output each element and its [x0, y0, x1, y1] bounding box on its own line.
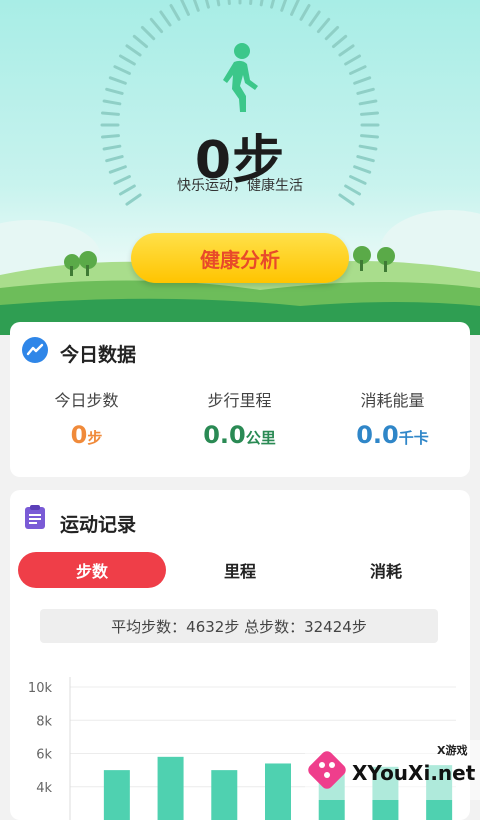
dial-tick — [118, 54, 136, 66]
stat-value: 0.0 — [203, 421, 246, 449]
y-tick-label: 4k — [36, 781, 52, 796]
y-tick-label: 8k — [36, 714, 52, 729]
chart-bar — [265, 763, 291, 820]
dial-tick — [338, 44, 355, 57]
dial-tick — [316, 17, 331, 34]
stat-today-steps: 今日步数 0步 — [10, 387, 163, 449]
dial-tick — [149, 17, 164, 34]
dial-tick — [344, 54, 362, 66]
tab-distance[interactable]: 里程 — [166, 552, 314, 588]
exercise-record-title: 运动记录 — [60, 514, 137, 536]
stat-energy-burned: 消耗能量 0.0千卡 — [316, 387, 469, 449]
dial-tick — [192, 0, 200, 12]
watermark-logo: X游戏 XYouXi.net — [305, 740, 480, 800]
dial-tick — [105, 87, 124, 95]
dial-tick — [349, 65, 367, 75]
dial-tick — [180, 0, 190, 16]
clipboard-icon — [25, 505, 45, 529]
stat-label: 步行里程 — [207, 391, 272, 410]
dial-tick — [259, 0, 264, 7]
dial-tick — [324, 25, 340, 41]
dial-tick — [159, 10, 172, 27]
stat-value: 0 — [70, 421, 88, 449]
summary-bar: 平均步数：4632步 总步数：32424步 — [40, 609, 438, 643]
dial-tick — [331, 34, 348, 49]
dial-tick — [140, 25, 156, 41]
tab-steps[interactable]: 步数 — [18, 552, 166, 588]
stat-label: 今日步数 — [54, 391, 119, 410]
watermark-brand-top: X游戏 — [437, 743, 467, 757]
dial-tick — [358, 99, 378, 106]
walking-person-icon — [223, 43, 258, 112]
dial-tick — [353, 76, 372, 85]
health-analysis-button[interactable]: 健康分析 — [131, 233, 349, 283]
chart-bar — [157, 756, 184, 820]
dial-tick — [113, 65, 131, 75]
dial-tick — [280, 0, 288, 12]
dial-tick — [132, 34, 149, 49]
trend-icon — [22, 337, 48, 363]
dial-tick — [101, 111, 120, 116]
stat-unit: 千卡 — [398, 429, 429, 447]
dial-tick — [270, 0, 276, 9]
stat-label: 消耗能量 — [360, 391, 425, 410]
chart-bar — [103, 770, 130, 820]
today-data-card: 今日数据 今日步数 0步 步行里程 0.0公里 消耗能量 0.0千卡 — [10, 322, 470, 477]
dial-tick — [204, 0, 210, 9]
dial-tick — [299, 3, 311, 21]
dial-tick — [356, 87, 375, 95]
stat-unit: 公里 — [245, 429, 276, 447]
dial-tick — [290, 0, 300, 16]
dial-tick — [308, 10, 321, 27]
dial-tick — [108, 76, 127, 85]
stat-walk-distance: 步行里程 0.0公里 — [163, 387, 316, 449]
chart-bar — [211, 770, 238, 820]
dial-tick — [169, 3, 181, 21]
stat-unit: 步 — [87, 429, 103, 447]
y-tick-label: 10k — [28, 681, 53, 696]
y-tick-label: 6k — [36, 748, 52, 763]
stat-value: 0.0 — [356, 421, 399, 449]
watermark-brand: XYouXi.net — [352, 761, 476, 785]
dial-tick — [227, 0, 231, 5]
dial-tick — [102, 99, 122, 106]
dial-tick — [360, 111, 379, 116]
today-data-title: 今日数据 — [60, 344, 137, 366]
tab-calories[interactable]: 消耗 — [312, 552, 460, 588]
dial-tick — [216, 0, 221, 7]
dial-tick — [249, 0, 253, 5]
hero-section: 0步 快乐运动，健康生活 健康分析 — [0, 0, 480, 335]
dial-tick — [125, 44, 142, 57]
